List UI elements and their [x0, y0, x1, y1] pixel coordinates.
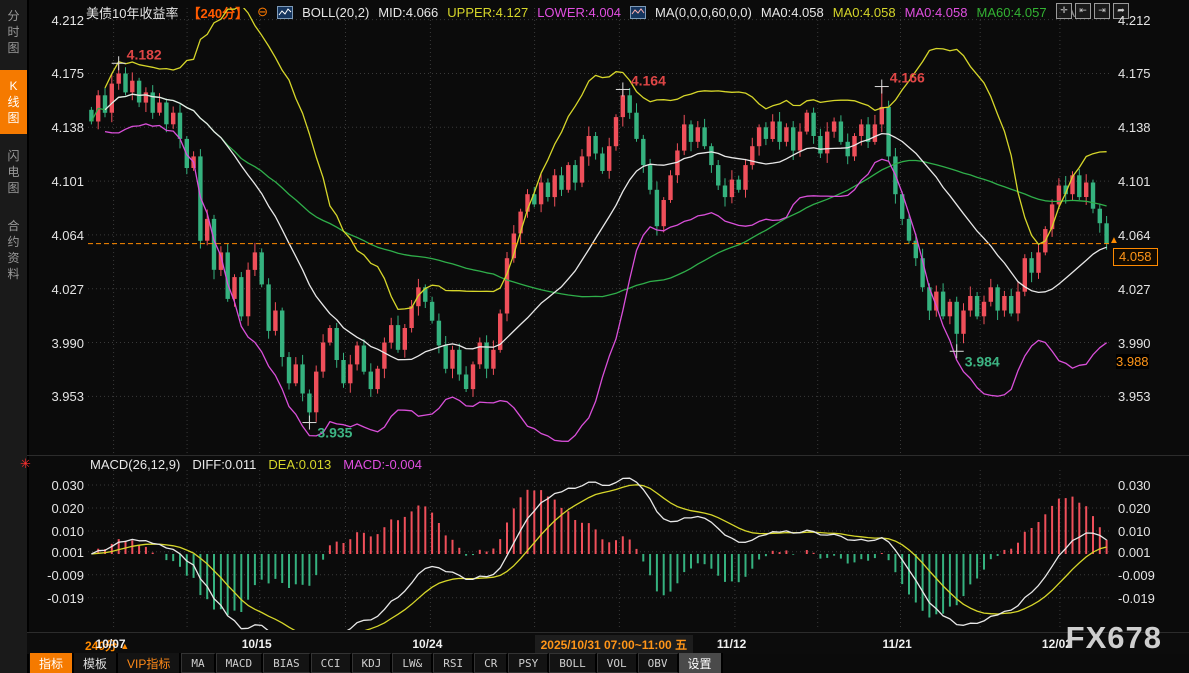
toolbar-item-rsi[interactable]: RSI — [433, 653, 474, 673]
toolbar-item-psy[interactable]: PSY — [508, 653, 549, 673]
price-axis-label: 4.064 — [34, 228, 84, 243]
toolbar-item-vip[interactable]: VIP指标 — [118, 653, 181, 673]
macd-axis-label: 0.020 — [1118, 501, 1178, 516]
price-axis-label: 4.212 — [1118, 13, 1178, 28]
price-axis-label: 3.953 — [1118, 389, 1178, 404]
macd-axis-label: -0.019 — [34, 591, 84, 606]
macd-axis-label: 0.020 — [34, 501, 84, 516]
macd-axis-label: -0.019 — [1118, 591, 1178, 606]
kline-app: 分 时 图K 线 图闪 电 图合 约 资 料 ✳ 美债10年收益率 【240分】… — [0, 0, 1189, 673]
toolbar-item-obv[interactable]: OBV — [638, 653, 679, 673]
macd-axis-label: -0.009 — [1118, 568, 1178, 583]
svg-text:4.164: 4.164 — [631, 72, 666, 88]
price-axis-label: 3.990 — [1118, 336, 1178, 351]
sidebar-tab-1[interactable]: 分 时 图 — [0, 0, 27, 64]
toolbar-item-boll[interactable]: BOLL — [549, 653, 597, 673]
svg-text:4.182: 4.182 — [127, 46, 162, 62]
toolbar-item-kdj[interactable]: KDJ — [352, 653, 393, 673]
highlight-datetime: 2025/10/31 07:00~11:00 五 — [535, 635, 693, 654]
toolbar-item-[interactable]: 指标 — [30, 653, 74, 673]
time-axis: 240分 ▲ 10/0710/1510/2411/1211/2112/02202… — [27, 632, 1189, 654]
date-label: 10/15 — [242, 637, 272, 651]
svg-text:3.984: 3.984 — [965, 353, 1000, 369]
macd-axis-label: 0.010 — [34, 524, 84, 539]
date-label: 11/21 — [882, 637, 911, 651]
toolbar-item-cci[interactable]: CCI — [311, 653, 352, 673]
price-axis-label: 4.064 — [1118, 228, 1178, 243]
macd-axis-label: 0.010 — [1118, 524, 1178, 539]
price-axis-label: 3.953 — [34, 389, 84, 404]
toolbar-item-vol[interactable]: VOL — [597, 653, 638, 673]
pane-divider[interactable] — [27, 455, 1189, 456]
price-axis-label: 4.138 — [34, 120, 84, 135]
date-label: 10/24 — [412, 637, 442, 651]
main-chart-canvas[interactable]: 4.182 3.935 4.164 4.166 3.984 — [88, 8, 1110, 456]
price-axis-label: 4.101 — [34, 174, 84, 189]
price-axis-label: 4.027 — [34, 282, 84, 297]
svg-text:3.935: 3.935 — [317, 425, 352, 441]
watermark: FX678 — [1066, 620, 1162, 656]
sidebar-tab-3[interactable]: 闪 电 图 — [0, 140, 27, 204]
toolbar-item-cr[interactable]: CR — [474, 653, 508, 673]
date-label: 11/12 — [717, 637, 746, 651]
indicator-star-icon: ✳ — [20, 456, 31, 472]
toolbar-item-lw[interactable]: LW& — [392, 653, 433, 673]
macd-axis-label: 0.001 — [34, 545, 84, 560]
price-axis-label: 4.101 — [1118, 174, 1178, 189]
price-axis-label: 4.138 — [1118, 120, 1178, 135]
svg-text:4.166: 4.166 — [890, 70, 925, 86]
macd-canvas[interactable] — [88, 470, 1110, 630]
sidebar-tab-2[interactable]: K 线 图 — [0, 70, 27, 134]
sidebar-tab-4[interactable]: 合 约 资 料 — [0, 210, 27, 290]
macd-axis-label: 0.030 — [1118, 478, 1178, 493]
macd-axis-label: 0.030 — [34, 478, 84, 493]
macd-axis-label: 0.001 — [1118, 545, 1178, 560]
toolbar-item-[interactable]: 设置 — [679, 653, 723, 673]
price-axis-label: 4.212 — [34, 13, 84, 28]
current-price-arrow-icon: ▲ — [1109, 236, 1119, 246]
toolbar-item-[interactable]: 模板 — [74, 653, 118, 673]
prev-price-tag: 3.988 — [1116, 354, 1149, 369]
toolbar-item-bias[interactable]: BIAS — [263, 653, 311, 673]
toolbar-item-macd[interactable]: MACD — [216, 653, 264, 673]
price-axis-label: 4.027 — [1118, 282, 1178, 297]
date-label: 10/07 — [96, 637, 126, 651]
toolbar-item-ma[interactable]: MA — [181, 653, 215, 673]
price-axis-label: 4.175 — [34, 66, 84, 81]
current-price-tag: 4.058 — [1113, 248, 1158, 266]
sidebar: 分 时 图 K 线 图闪 电 图合 约 资 料 — [0, 0, 29, 673]
macd-axis-label: -0.009 — [34, 568, 84, 583]
price-axis-label: 3.990 — [34, 336, 84, 351]
indicator-toolbar: 指标模板VIP指标MAMACDBIASCCIKDJLW&RSICRPSYBOLL… — [30, 653, 723, 673]
price-axis-label: 4.175 — [1118, 66, 1178, 81]
